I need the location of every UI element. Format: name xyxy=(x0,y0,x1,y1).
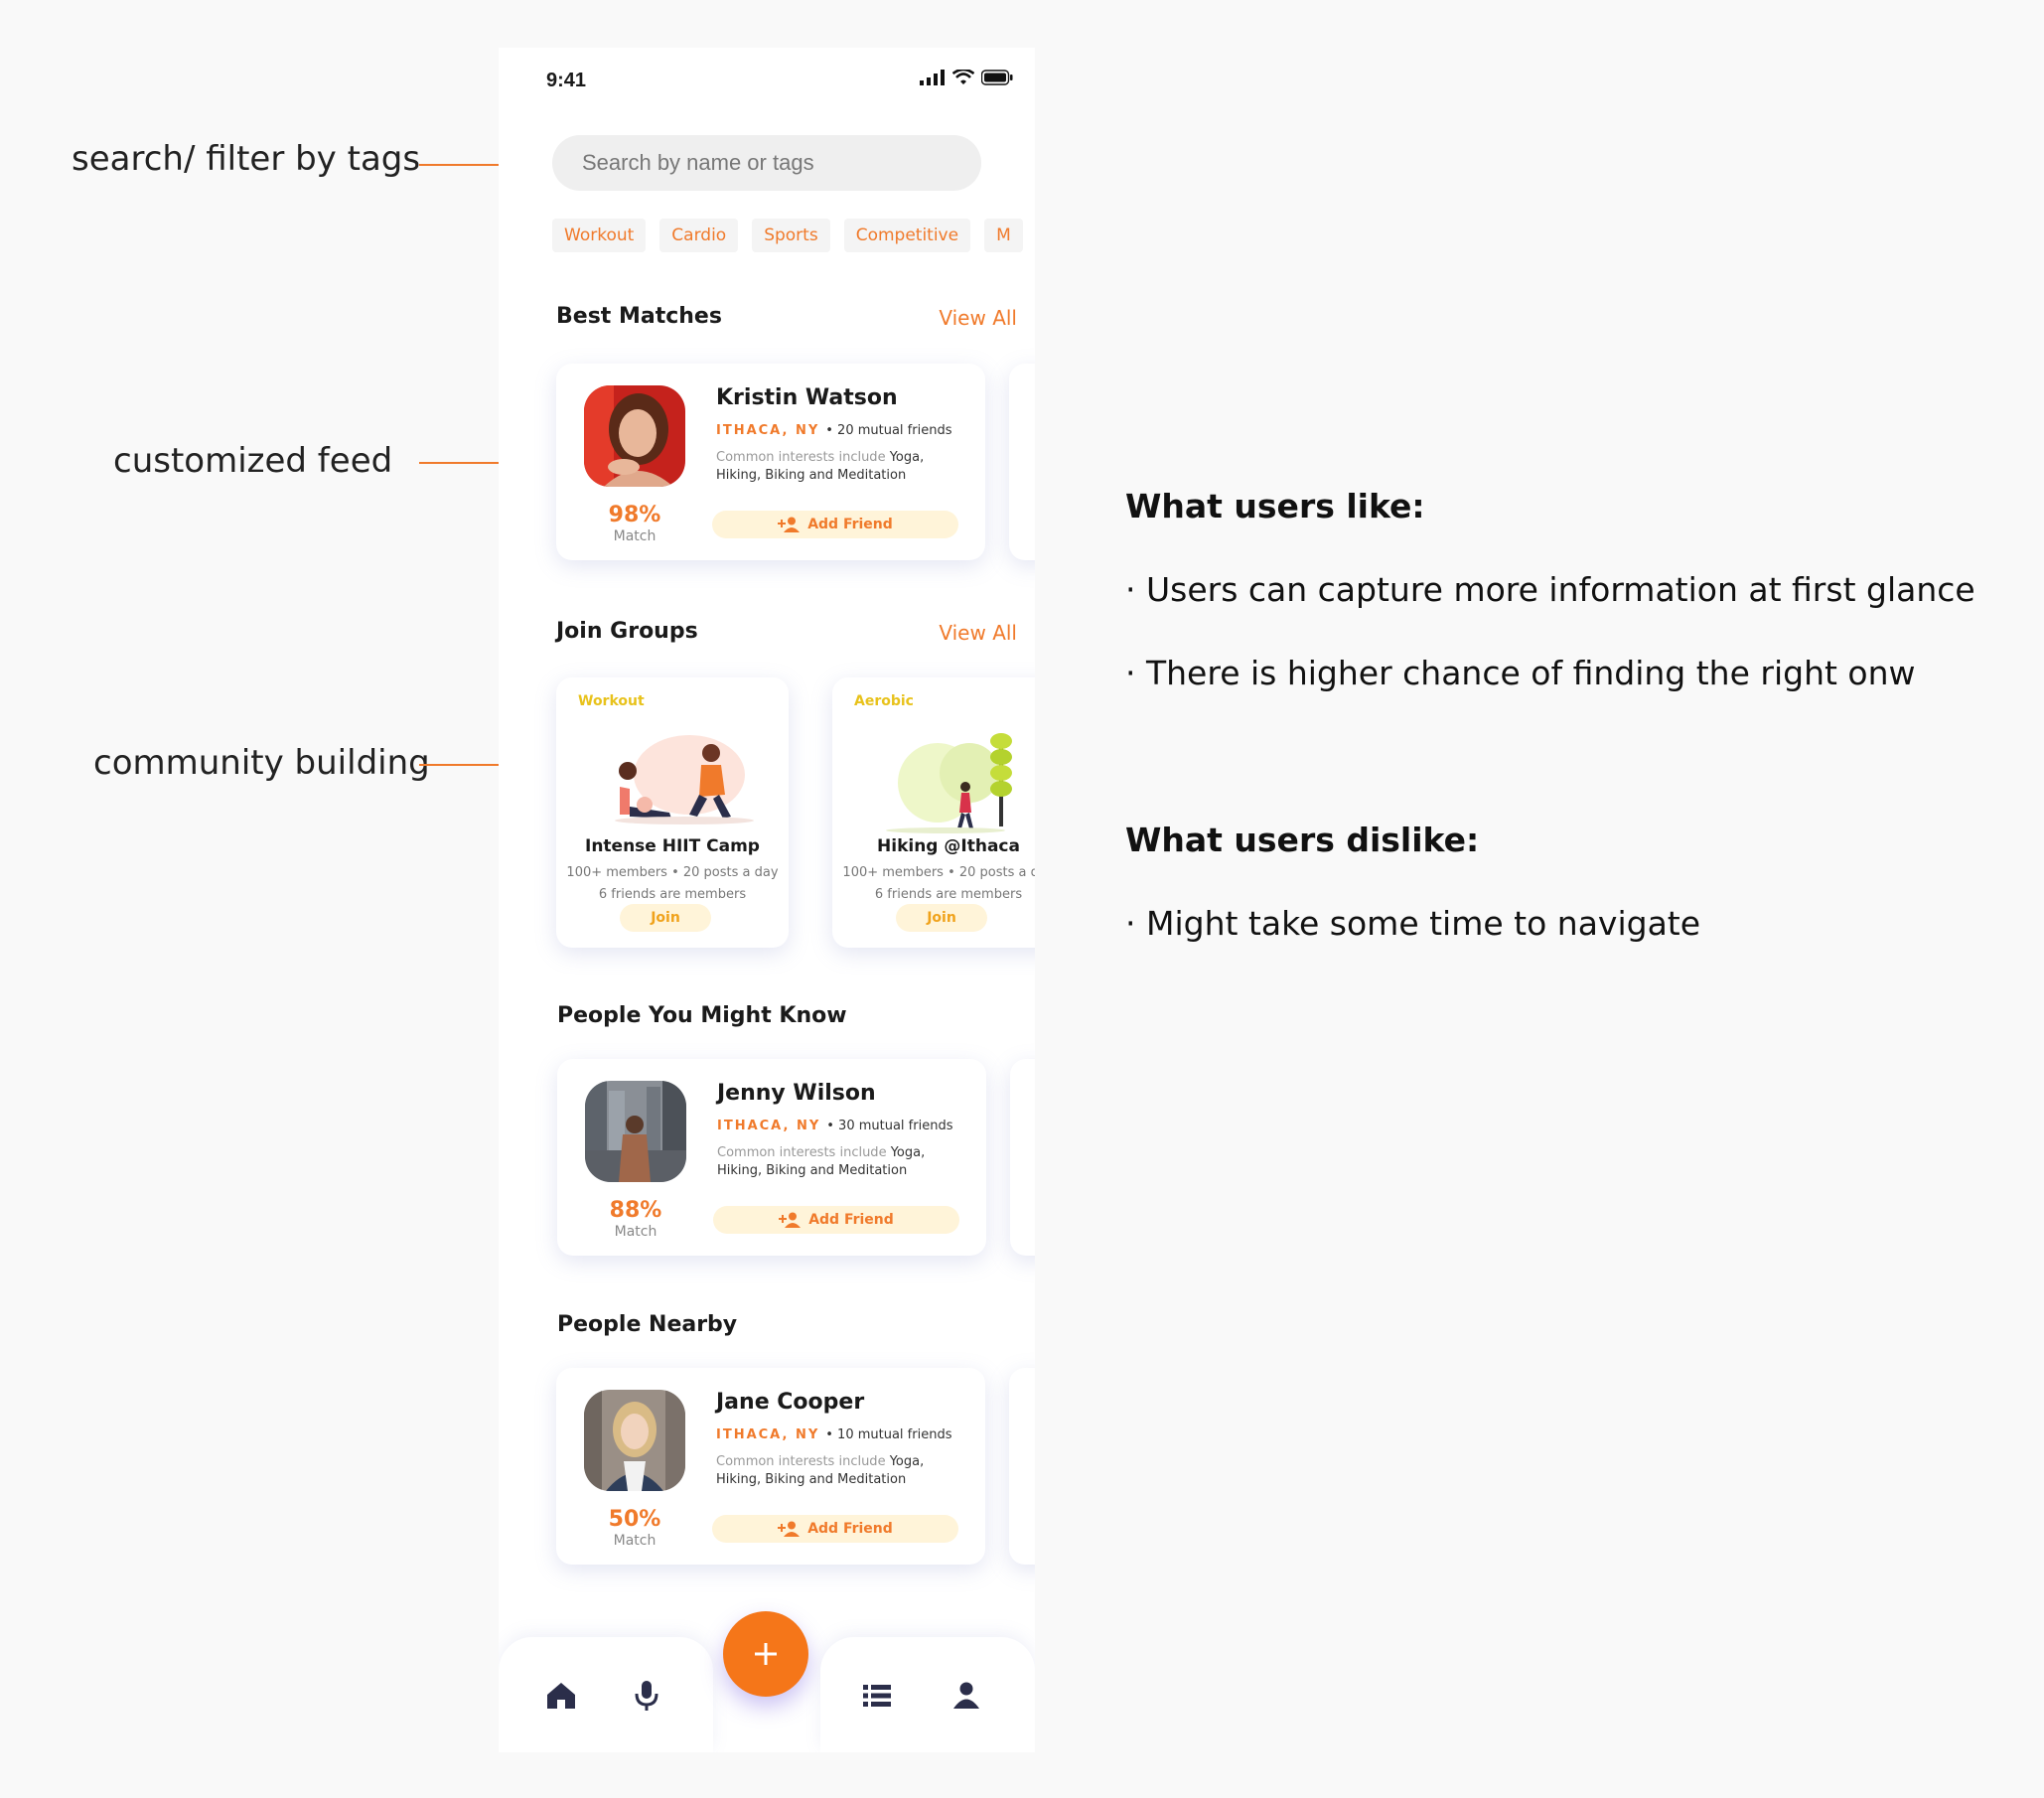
tag-chips: Workout Cardio Sports Competitive M xyxy=(552,219,1023,252)
person-card[interactable]: 50% Match Jane Cooper ITHACA, NY • 10 mut… xyxy=(556,1368,985,1565)
search-input[interactable]: Search by name or tags xyxy=(552,135,981,191)
interests-prefix: Common interests include xyxy=(716,450,886,465)
add-friend-label: Add Friend xyxy=(808,1212,894,1228)
group-friends: 6 friends are members xyxy=(598,887,747,902)
person-name: Kristin Watson xyxy=(716,385,898,410)
group-meta: 100+ members • 20 posts a day 6 friends a… xyxy=(832,862,1035,906)
tag-chip[interactable]: Competitive xyxy=(843,219,971,252)
phone-screen: 9:41 Search by name or tags Workout Card… xyxy=(499,48,1035,1752)
battery-icon xyxy=(981,70,1013,85)
group-stats: 100+ members • 20 posts a day xyxy=(566,865,779,880)
mutual-friends: • 20 mutual friends xyxy=(825,423,952,438)
city-label: ITHACA, NY xyxy=(716,1427,820,1442)
annotation-search: search/ filter by tags xyxy=(72,139,421,179)
group-card[interactable]: Aerobic Hiking @Ithaca 100+ members • 20… xyxy=(832,677,1035,948)
annotation-feed: customized feed xyxy=(113,441,393,481)
add-user-icon xyxy=(779,1212,802,1228)
tag-chip[interactable]: Workout xyxy=(552,219,647,252)
dislike-point: · Might take some time to navigate xyxy=(1125,904,1701,943)
avatar xyxy=(585,1081,686,1182)
match-card[interactable]: 98% Match Kristin Watson ITHACA, NY • 20 … xyxy=(556,364,985,560)
add-friend-button[interactable]: Add Friend xyxy=(712,511,958,538)
view-all-matches-link[interactable]: View All xyxy=(939,306,1017,330)
interests-prefix: Common interests include xyxy=(717,1145,887,1160)
person-location: ITHACA, NY • 30 mutual friends xyxy=(717,1119,952,1133)
add-friend-label: Add Friend xyxy=(807,1521,893,1537)
add-friend-label: Add Friend xyxy=(807,517,893,532)
match-percentage: 98% xyxy=(608,503,661,527)
status-time: 9:41 xyxy=(546,70,587,91)
mutual-friends: • 30 mutual friends xyxy=(826,1119,953,1133)
wifi-icon xyxy=(952,70,974,84)
person-location: ITHACA, NY • 20 mutual friends xyxy=(716,423,951,438)
avatar xyxy=(584,385,685,487)
tag-chip[interactable]: Cardio xyxy=(659,219,739,252)
interests-prefix: Common interests include xyxy=(716,1454,886,1469)
profile-icon[interactable] xyxy=(949,1679,983,1713)
section-title-people-might-know: People You Might Know xyxy=(557,1003,847,1028)
plus-icon xyxy=(755,1643,777,1665)
add-user-icon xyxy=(778,517,801,532)
group-meta: 100+ members • 20 posts a day 6 friends a… xyxy=(556,862,789,906)
list-icon[interactable] xyxy=(860,1679,894,1713)
match-label: Match xyxy=(613,528,657,544)
view-all-groups-link[interactable]: View All xyxy=(939,621,1017,645)
person-card[interactable]: 88% Match Jenny Wilson ITHACA, NY • 30 mu… xyxy=(557,1059,986,1256)
status-icons xyxy=(920,70,1013,85)
next-card-peek[interactable] xyxy=(1009,1368,1035,1565)
city-label: ITHACA, NY xyxy=(717,1119,821,1133)
tag-chip[interactable]: M xyxy=(984,219,1023,252)
group-tag: Aerobic xyxy=(854,693,914,709)
add-friend-button[interactable]: Add Friend xyxy=(713,1206,959,1234)
join-button[interactable]: Join xyxy=(896,904,987,932)
group-name: Hiking @Ithaca xyxy=(877,836,1020,856)
microphone-icon[interactable] xyxy=(630,1679,663,1713)
person-name: Jenny Wilson xyxy=(717,1081,876,1106)
add-friend-button[interactable]: Add Friend xyxy=(712,1515,958,1543)
next-card-peek[interactable] xyxy=(1009,364,1035,560)
annotation-community: community building xyxy=(93,743,430,783)
person-location: ITHACA, NY • 10 mutual friends xyxy=(716,1427,951,1442)
like-point: · There is higher chance of finding the … xyxy=(1125,654,1916,692)
common-interests: Common interests include Yoga, Hiking, B… xyxy=(717,1144,955,1180)
group-card[interactable]: Workout Intense HIIT Camp 100+ members •… xyxy=(556,677,789,948)
likes-heading: What users like: xyxy=(1125,487,1425,525)
tag-chip[interactable]: Sports xyxy=(752,219,830,252)
match-percentage: 88% xyxy=(609,1198,662,1223)
section-title-best-matches: Best Matches xyxy=(556,304,722,329)
like-point: · Users can capture more information at … xyxy=(1125,570,1975,609)
group-tag: Workout xyxy=(578,693,645,709)
match-percentage: 50% xyxy=(608,1507,661,1532)
signal-icon xyxy=(920,70,945,85)
hiking-illustration xyxy=(886,733,1012,833)
match-label: Match xyxy=(613,1533,657,1549)
avatar xyxy=(584,1390,685,1491)
common-interests: Common interests include Yoga, Hiking, B… xyxy=(716,1453,954,1489)
add-user-icon xyxy=(778,1521,801,1537)
join-button[interactable]: Join xyxy=(620,904,711,932)
group-name: Intense HIIT Camp xyxy=(585,836,760,856)
common-interests: Common interests include Yoga, Hiking, B… xyxy=(716,449,954,485)
match-label: Match xyxy=(614,1224,657,1240)
add-post-button[interactable] xyxy=(723,1611,808,1697)
home-icon[interactable] xyxy=(544,1679,578,1713)
city-label: ITHACA, NY xyxy=(716,423,820,438)
mutual-friends: • 10 mutual friends xyxy=(825,1427,952,1442)
workout-illustration xyxy=(615,735,754,824)
person-name: Jane Cooper xyxy=(716,1390,865,1415)
group-friends: 6 friends are members xyxy=(874,887,1023,902)
section-title-people-nearby: People Nearby xyxy=(557,1312,738,1337)
dislikes-heading: What users dislike: xyxy=(1125,821,1480,859)
nav-left-group xyxy=(499,1637,713,1752)
nav-right-group xyxy=(820,1637,1035,1752)
next-card-peek[interactable] xyxy=(1010,1059,1035,1256)
group-stats: 100+ members • 20 posts a day xyxy=(842,865,1035,880)
section-title-groups: Join Groups xyxy=(556,619,698,644)
bottom-navigation xyxy=(499,1611,1035,1752)
